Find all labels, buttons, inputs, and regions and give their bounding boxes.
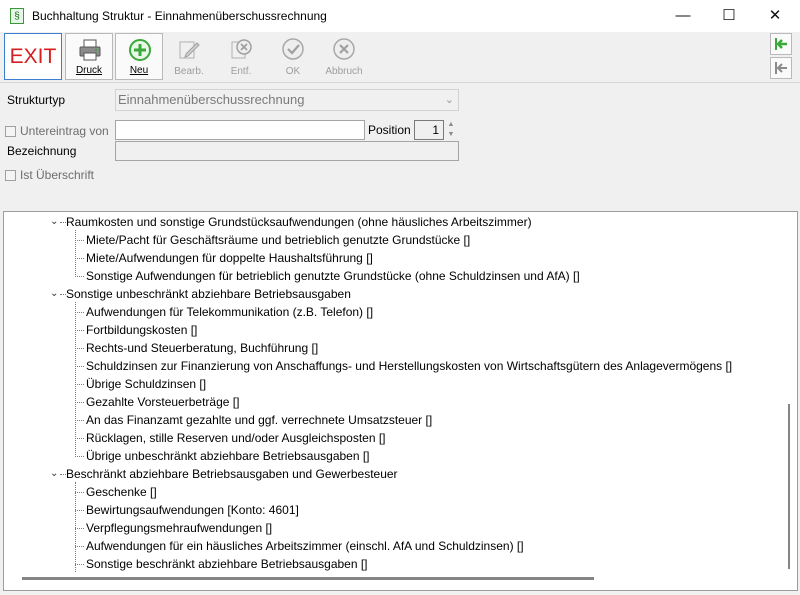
tree-connector (75, 230, 76, 275)
tree-connector (75, 366, 84, 367)
ist-ueberschrift-checkbox[interactable] (5, 170, 16, 181)
tree-group-item[interactable]: Raumkosten und sonstige Grundstücksaufwe… (66, 213, 532, 231)
ok-label: OK (285, 66, 301, 77)
checkmark-icon (282, 38, 304, 60)
tree-connector (75, 510, 84, 511)
tree-connector (75, 420, 84, 421)
position-label: Position (368, 123, 411, 137)
tree-item[interactable]: Fortbildungskosten [] (86, 321, 197, 339)
ist-ueberschrift-label: Ist Überschrift (20, 168, 95, 182)
tree-group-item[interactable]: Sonstige unbeschränkt abziehbare Betrieb… (66, 285, 351, 303)
form-panel: Strukturtyp Einnahmenüberschussrechnung … (0, 83, 800, 211)
tree-item[interactable]: Aufwendungen für ein häusliches Arbeitsz… (86, 537, 524, 555)
chevron-down-icon[interactable]: ⌄ (50, 288, 58, 299)
edit-label: Bearb. (174, 66, 204, 77)
tree-connector (75, 312, 84, 313)
pencil-icon (179, 41, 200, 59)
edit-button[interactable]: Bearb. (165, 33, 213, 80)
tree-connector (75, 384, 84, 385)
print-button[interactable]: Druck (65, 33, 113, 80)
tree-item[interactable]: Miete/Aufwendungen für doppelte Haushalt… (86, 249, 373, 267)
cancel-button[interactable]: Abbruch (320, 33, 368, 80)
vertical-scrollbar[interactable] (784, 224, 794, 584)
horizontal-scrollbar-thumb[interactable] (22, 577, 594, 580)
window-title: Buchhaltung Struktur - Einnahmenüberschu… (32, 9, 327, 23)
delete-label: Entf. (230, 66, 252, 77)
exit-button[interactable]: EXIT (4, 33, 62, 80)
tree-connector (75, 546, 84, 547)
tree-item[interactable]: Miete/Pacht für Geschäftsräume und betri… (86, 231, 470, 249)
chevron-down-icon: ⌄ (444, 94, 454, 106)
spin-down-icon[interactable]: ▼ (444, 130, 458, 140)
print-label: Druck (75, 65, 103, 76)
tree-item[interactable]: Übrige Schuldzinsen [] (86, 375, 206, 393)
chevron-down-icon[interactable]: ⌄ (50, 216, 58, 227)
ok-button[interactable]: OK (269, 33, 317, 80)
tree-item[interactable]: Sonstige beschränkt abziehbare Betriebsa… (86, 555, 368, 573)
cancel-icon (333, 38, 355, 60)
tree-group-item[interactable]: Beschränkt abziehbare Betriebsausgaben u… (66, 465, 398, 483)
spin-up-icon[interactable]: ▲ (444, 120, 458, 130)
untereintrag-label: Untereintrag von (20, 124, 109, 138)
toolbar: EXIT Druck Neu Bearb. Entf. OK Abbruch (0, 32, 800, 83)
maximize-button[interactable]: ☐ (706, 0, 752, 32)
tree-item[interactable]: Geschenke [] (86, 483, 157, 501)
untereintrag-field[interactable] (115, 120, 365, 140)
strukturtyp-label: Strukturtyp (7, 93, 66, 107)
tree-connector (75, 482, 76, 572)
chevron-down-icon[interactable]: ⌄ (50, 468, 58, 479)
close-button[interactable]: ✕ (752, 0, 798, 32)
strukturtyp-value: Einnahmenüberschussrechnung (118, 92, 305, 107)
title-bar: § Buchhaltung Struktur - Einnahmenübersc… (0, 0, 800, 33)
tree-connector (75, 564, 84, 565)
add-icon (129, 39, 151, 61)
untereintrag-checkbox[interactable] (5, 126, 16, 137)
strukturtyp-select[interactable]: Einnahmenüberschussrechnung ⌄ (115, 89, 459, 111)
tree-connector (75, 528, 84, 529)
position-field[interactable]: 1 (414, 120, 444, 140)
vertical-scrollbar-thumb[interactable] (788, 404, 790, 569)
tree-item[interactable]: Sonstige Aufwendungen für betrieblich ge… (86, 267, 580, 285)
structure-tree[interactable]: ⌄ Raumkosten und sonstige Grundstücksauf… (3, 211, 798, 591)
new-button[interactable]: Neu (115, 33, 163, 80)
tree-item[interactable]: Rechts-und Steuerberatung, Buchführung [… (86, 339, 318, 357)
tree-item[interactable]: Verpflegungsmehraufwendungen [] (86, 519, 272, 537)
tree-connector (75, 276, 84, 277)
new-label: Neu (129, 65, 149, 76)
tree-connector (75, 492, 84, 493)
tree-item[interactable]: Bewirtungsaufwendungen [Konto: 4601] (86, 501, 299, 519)
tree-item[interactable]: Gezahlte Vorsteuerbeträge [] (86, 393, 239, 411)
tree-connector (75, 240, 84, 241)
tree-item[interactable]: Aufwendungen für Telekommunikation (z.B.… (86, 303, 373, 321)
arrow-first-icon (775, 38, 787, 50)
tree-connector (75, 330, 84, 331)
tree-connector (75, 402, 84, 403)
tree-connector (75, 258, 84, 259)
tree-item[interactable]: Rücklagen, stille Reserven und/oder Ausg… (86, 429, 386, 447)
delete-button[interactable]: Entf. (217, 33, 265, 80)
app-icon: § (10, 8, 24, 24)
printer-icon (79, 39, 101, 61)
delete-icon (231, 39, 252, 59)
previous-record-button[interactable] (770, 57, 792, 79)
tree-item[interactable]: Übrige unbeschränkt abziehbare Betriebsa… (86, 447, 370, 465)
bezeichnung-field[interactable] (115, 141, 459, 161)
bezeichnung-label: Bezeichnung (7, 144, 77, 158)
tree-connector (75, 302, 76, 455)
tree-connector (75, 456, 84, 457)
tree-item[interactable]: An das Finanzamt gezahlte und ggf. verre… (86, 411, 432, 429)
cancel-label: Abbruch (325, 66, 363, 77)
tree-connector (75, 438, 84, 439)
tree-connector (75, 348, 84, 349)
first-record-button[interactable] (770, 33, 792, 55)
arrow-back-icon (775, 62, 787, 74)
tree-item[interactable]: Schuldzinsen zur Finanzierung von Anscha… (86, 357, 732, 375)
minimize-button[interactable]: — (660, 0, 706, 32)
